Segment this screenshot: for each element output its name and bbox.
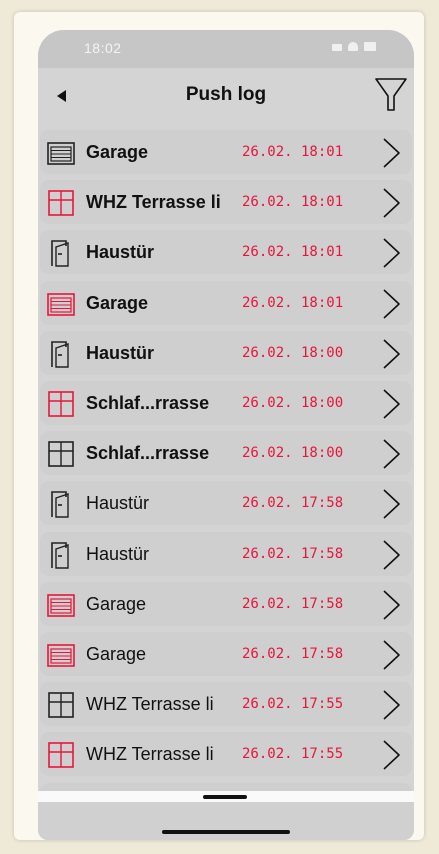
device-icon-wrapper — [46, 740, 76, 770]
door-icon — [51, 541, 69, 569]
device-name: WHZ Terrasse li — [86, 744, 214, 765]
device-name: Schlaf...rrasse — [86, 393, 210, 413]
push-log-list[interactable]: Garage 26.02. 18:01 WHZ Terrasse li 26.02. … — [38, 124, 414, 802]
page-title: Push log — [185, 84, 267, 105]
chevron-right-icon — [380, 387, 402, 421]
event-timestamp: 26.02. 18:01 — [242, 294, 344, 311]
device-icon-wrapper — [46, 540, 76, 570]
bottom-bar — [38, 802, 414, 840]
chevron-right-icon — [380, 236, 402, 270]
device-icon-wrapper — [46, 690, 76, 720]
filter-icon — [375, 78, 407, 111]
filter-button[interactable] — [374, 76, 408, 114]
door-icon — [51, 240, 69, 268]
log-row[interactable]: Haustür 26.02. 18:00 — [40, 330, 412, 375]
chevron-right-icon — [380, 437, 402, 471]
log-row[interactable]: Garage 26.02. 17:58 — [40, 581, 412, 626]
device-icon-wrapper — [46, 188, 76, 218]
log-row[interactable]: Garage 26.02. 17:58 — [40, 632, 412, 676]
device-name: Garage — [86, 593, 147, 614]
log-row[interactable]: Haustür 26.02. 17:58 — [40, 481, 412, 526]
garage-door-icon — [47, 292, 75, 316]
event-timestamp: 26.02. 17:55 — [242, 696, 344, 713]
log-row[interactable]: Haustür 26.02. 18:01 — [40, 230, 412, 275]
event-timestamp: 26.02. 17:58 — [242, 545, 344, 562]
window-icon — [48, 692, 74, 718]
log-row[interactable]: WHZ Terrasse li 26.02. 18:01 — [40, 180, 412, 225]
device-icon-wrapper — [46, 289, 76, 319]
garage-door-icon — [47, 593, 75, 617]
device-name: Garage — [86, 292, 149, 313]
device-name: Haustür — [86, 543, 150, 564]
chevron-right-icon — [380, 186, 402, 220]
device-icon-wrapper — [46, 439, 76, 469]
event-timestamp: 26.02. 18:00 — [242, 395, 344, 411]
chevron-right-icon — [380, 638, 402, 672]
event-timestamp: 26.02. 17:55 — [242, 746, 344, 763]
event-timestamp: 26.02. 18:01 — [242, 144, 344, 160]
status-bar: 18:02 — [38, 30, 414, 68]
garage-door-icon — [47, 142, 75, 165]
log-row[interactable]: WHZ Terrasse li 26.02. 17:55 — [40, 732, 412, 777]
log-row[interactable]: WHZ Terrasse li 26.02. 17:55 — [40, 682, 412, 727]
device-icon-wrapper — [46, 640, 76, 670]
device-name: Haustür — [86, 342, 155, 363]
event-timestamp: 26.02. 18:01 — [242, 194, 344, 211]
device-name: Schlaf...rrasse — [86, 443, 210, 464]
door-icon — [51, 340, 69, 368]
device-icon-wrapper — [46, 590, 76, 620]
signal-icon — [332, 44, 342, 51]
device-name: Haustür — [86, 242, 155, 263]
window-icon — [48, 391, 74, 417]
window-icon — [48, 742, 74, 769]
chevron-right-icon — [380, 688, 402, 722]
device-name: Haustür — [86, 493, 150, 514]
event-timestamp: 26.02. 18:00 — [242, 445, 344, 462]
device-name: Garage — [86, 142, 149, 162]
scroll-divider — [38, 791, 414, 802]
device-icon-wrapper — [46, 238, 76, 268]
wifi-icon — [348, 42, 358, 51]
chevron-right-icon — [380, 588, 402, 622]
device-name: WHZ Terrasse li — [86, 694, 214, 715]
log-row[interactable]: Schlaf...rrasse 26.02. 18:00 — [40, 431, 412, 476]
chevron-right-icon — [380, 287, 402, 321]
device-icon-wrapper — [46, 138, 76, 168]
chevron-right-icon — [380, 487, 402, 521]
log-row[interactable]: Schlaf...rrasse 26.02. 18:00 — [40, 381, 412, 425]
device-name: Garage — [86, 644, 147, 664]
device-icon-wrapper — [46, 489, 76, 519]
sheet-handle[interactable] — [203, 795, 247, 799]
device-icon-wrapper — [46, 389, 76, 419]
chevron-right-icon — [380, 136, 402, 170]
chevron-right-icon — [380, 337, 402, 371]
event-timestamp: 26.02. 17:58 — [242, 595, 344, 612]
garage-door-icon — [47, 644, 75, 667]
phone-screen: 18:02 Push log Garage 26.02. 18:01 WHZ Ter… — [38, 30, 414, 840]
home-indicator[interactable] — [162, 830, 290, 834]
event-timestamp: 26.02. 18:01 — [242, 244, 344, 261]
device-icon-wrapper — [46, 339, 76, 369]
chevron-right-icon — [380, 738, 402, 772]
log-row[interactable]: Garage 26.02. 18:01 — [40, 130, 412, 174]
device-name: WHZ Terrasse li — [86, 192, 221, 213]
battery-icon — [364, 42, 376, 51]
chevron-right-icon — [380, 538, 402, 572]
log-row[interactable]: Garage 26.02. 18:01 — [40, 280, 412, 325]
status-icons — [332, 42, 376, 51]
event-timestamp: 26.02. 17:58 — [242, 495, 344, 512]
event-timestamp: 26.02. 17:58 — [242, 646, 344, 662]
log-row[interactable]: Haustür 26.02. 17:58 — [40, 531, 412, 576]
status-time: 18:02 — [84, 40, 122, 56]
navigation-bar: Push log — [38, 68, 414, 124]
window-icon — [48, 441, 74, 467]
event-timestamp: 26.02. 18:00 — [242, 344, 344, 361]
window-icon — [48, 190, 74, 216]
door-icon — [51, 491, 69, 519]
